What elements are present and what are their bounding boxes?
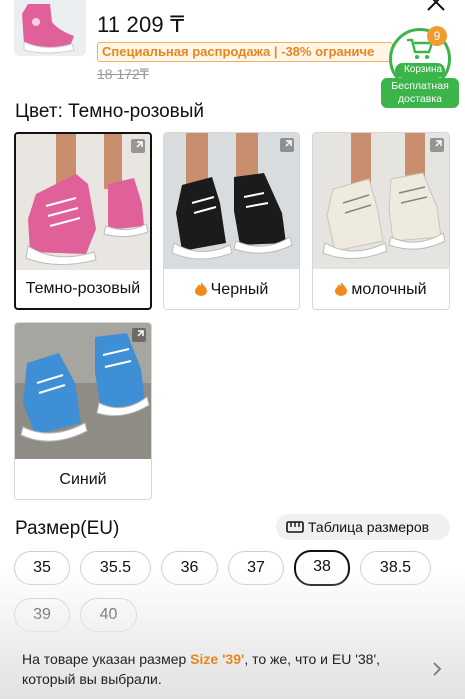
color-section-title: Цвет: Темно-розовый bbox=[15, 101, 205, 122]
cart-count-badge: 9 bbox=[427, 26, 447, 46]
product-photo bbox=[313, 133, 449, 269]
fire-icon bbox=[335, 282, 348, 296]
close-icon[interactable] bbox=[425, 0, 447, 14]
color-option-blue[interactable]: Синий bbox=[14, 322, 152, 500]
free-shipping-line2: доставка bbox=[398, 93, 442, 105]
color-option-milky[interactable]: молочный bbox=[312, 132, 450, 310]
expand-icon[interactable] bbox=[280, 138, 294, 152]
color-option-black[interactable]: Черный bbox=[163, 132, 300, 310]
color-option-label: Синий bbox=[15, 461, 151, 499]
fire-icon bbox=[194, 282, 207, 296]
product-photo bbox=[15, 323, 151, 459]
color-option-text: Черный bbox=[210, 281, 269, 298]
color-option-label: Черный bbox=[164, 271, 299, 309]
chevron-right-icon[interactable] bbox=[432, 661, 442, 677]
old-price: 18 172₸ bbox=[97, 66, 149, 82]
product-photo bbox=[16, 134, 150, 270]
product-thumbnail[interactable] bbox=[14, 0, 86, 56]
cart-label: Корзина bbox=[403, 64, 443, 75]
expand-icon[interactable] bbox=[430, 138, 444, 152]
free-shipping-badge: Бесплатная доставка bbox=[381, 78, 459, 108]
size-table-button[interactable]: Таблица размеров bbox=[276, 514, 450, 540]
free-shipping-line1: Бесплатная bbox=[391, 80, 449, 92]
color-option-text: Темно-розовый bbox=[25, 280, 141, 297]
size-section-title: Размер(EU) bbox=[15, 518, 120, 539]
promo-banner: Специальная распродажа | -38% ограниче bbox=[97, 42, 393, 62]
color-option-label: молочный bbox=[313, 271, 449, 309]
cart-button[interactable]: Корзина 9 Бесплатная доставка bbox=[381, 26, 459, 108]
color-option-label: Темно-розовый bbox=[16, 270, 150, 308]
notice-text-before: На товаре указан размер bbox=[22, 651, 191, 667]
ruler-icon bbox=[286, 521, 304, 533]
expand-icon[interactable] bbox=[132, 328, 146, 342]
color-option-text: молочный bbox=[351, 281, 427, 298]
product-header: 11 209 ₸ Специальная распродажа | -38% о… bbox=[0, 0, 465, 108]
size-notice[interactable]: На товаре указан размер Size '39', то же… bbox=[22, 649, 432, 689]
product-price: 11 209 ₸ bbox=[97, 12, 185, 37]
size-table-label: Таблица размеров bbox=[308, 519, 430, 535]
color-option-dark-pink[interactable]: Темно-розовый bbox=[14, 132, 152, 310]
color-option-text: Синий bbox=[59, 471, 107, 488]
product-photo bbox=[164, 133, 299, 269]
notice-highlight: Size '39' bbox=[190, 651, 245, 667]
expand-icon[interactable] bbox=[131, 139, 145, 153]
